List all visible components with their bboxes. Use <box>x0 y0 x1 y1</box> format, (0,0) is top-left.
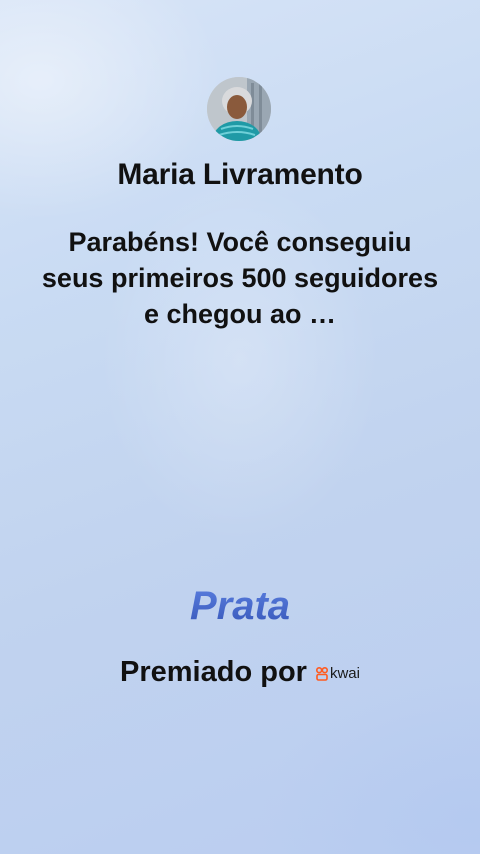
achievement-message: Parabéns! Você conseguiu seus primeiros … <box>41 227 439 329</box>
kwai-logo-icon <box>315 666 328 681</box>
avatar <box>207 77 271 141</box>
kwai-logo: kwai <box>315 665 360 682</box>
awarded-by-row: Premiado por kwai <box>0 656 480 689</box>
avatar-image <box>207 77 271 141</box>
kwai-brand-text: kwai <box>329 665 360 682</box>
awarded-by-label: Premiado por <box>120 656 307 688</box>
achievement-tier: Prata <box>0 584 480 629</box>
profile-name: Maria Livramento <box>117 158 363 191</box>
